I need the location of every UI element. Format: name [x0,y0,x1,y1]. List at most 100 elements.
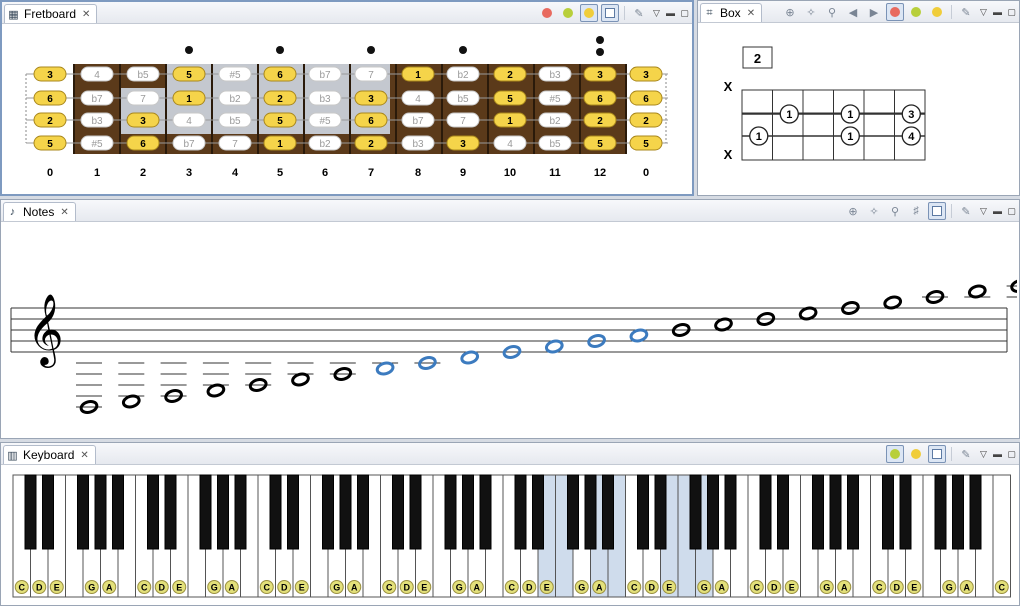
maximize-icon[interactable]: ▢ [1006,206,1017,216]
maximize-icon[interactable]: ▢ [679,8,690,18]
black-key[interactable] [882,474,894,550]
maximize-icon[interactable]: ▢ [1006,7,1017,17]
tab-box[interactable]: ⌗ Box ✕ [700,3,763,22]
black-key[interactable] [287,474,299,550]
previous-icon[interactable]: ◀ [844,3,862,21]
black-key[interactable] [724,474,737,550]
whole-note[interactable] [883,295,903,310]
black-key[interactable] [899,474,912,550]
eraser-icon[interactable]: ✎ [957,202,975,220]
red-dot-button[interactable] [886,3,904,21]
black-key[interactable] [689,474,702,550]
close-icon[interactable]: ✕ [82,9,90,20]
black-key[interactable] [584,474,597,550]
eraser-icon[interactable]: ✎ [957,445,975,463]
black-key[interactable] [409,474,422,550]
whole-note[interactable] [291,372,310,387]
minimize-icon[interactable]: ▬ [992,206,1003,216]
pin-icon[interactable]: ✧ [802,3,820,21]
layout-toggle-button[interactable] [928,202,946,220]
minimize-icon[interactable]: ▬ [992,7,1003,17]
black-key[interactable] [77,474,89,550]
white-key[interactable] [992,474,1011,598]
maximize-icon[interactable]: ▢ [1006,449,1017,459]
green-dot-button[interactable] [907,3,925,21]
capture-icon[interactable]: ⊕ [781,3,799,21]
minimize-icon[interactable]: ▬ [665,8,676,18]
view-menu-icon[interactable]: ▽ [978,206,989,216]
black-key[interactable] [654,474,667,550]
muted-string-mark: X [724,147,733,162]
close-icon[interactable]: ✕ [80,450,88,461]
red-dot-button[interactable] [538,4,556,22]
black-key[interactable] [514,474,527,550]
black-key[interactable] [567,474,579,550]
black-key[interactable] [462,474,474,550]
black-key[interactable] [707,474,719,550]
whole-note[interactable] [206,383,226,398]
black-key[interactable] [847,474,859,550]
yellow-dot-button[interactable] [928,3,946,21]
link-icon[interactable]: ⚲ [823,3,841,21]
pin-icon[interactable]: ✧ [865,202,883,220]
black-key[interactable] [934,474,947,550]
close-icon[interactable]: ✕ [60,207,68,218]
tab-keyboard[interactable]: ▥ Keyboard ✕ [3,445,96,464]
black-key[interactable] [94,474,107,550]
layout-toggle-button[interactable] [928,445,946,463]
eraser-icon[interactable]: ✎ [630,4,648,22]
black-key[interactable] [217,474,229,550]
key-label: C [19,583,26,593]
capture-icon[interactable]: ⊕ [844,202,862,220]
black-key[interactable] [392,474,404,550]
black-key[interactable] [952,474,964,550]
yellow-dot-button[interactable] [580,4,598,22]
black-key[interactable] [199,474,212,550]
black-key[interactable] [164,474,177,550]
black-key[interactable] [444,474,457,550]
black-key[interactable] [339,474,352,550]
black-key[interactable] [147,474,159,550]
sharp-flat-icon[interactable]: ♯ [907,202,925,220]
black-key[interactable] [269,474,282,550]
close-icon[interactable]: ✕ [747,8,755,19]
view-menu-icon[interactable]: ▽ [978,7,989,17]
fret-number: 12 [594,167,606,179]
fret-note-label: 7 [368,70,374,81]
minimize-icon[interactable]: ▬ [992,449,1003,459]
black-key[interactable] [532,474,544,550]
whole-note[interactable] [967,284,987,299]
layout-toggle-button[interactable] [601,4,619,22]
whole-note[interactable] [375,361,395,376]
whole-note[interactable] [798,306,818,321]
black-key[interactable] [234,474,247,550]
black-key[interactable] [602,474,614,550]
tab-notes[interactable]: ♪ Notes ✕ [3,202,76,221]
black-key[interactable] [357,474,369,550]
whole-note[interactable] [629,328,649,343]
black-key[interactable] [969,474,982,550]
black-key[interactable] [637,474,649,550]
black-key[interactable] [322,474,334,550]
black-key[interactable] [812,474,824,550]
view-menu-icon[interactable]: ▽ [978,449,989,459]
yellow-dot-button[interactable] [907,445,925,463]
link-icon[interactable]: ⚲ [886,202,904,220]
whole-note[interactable] [714,317,733,332]
view-menu-icon[interactable]: ▽ [651,8,662,18]
green-dot-button[interactable] [559,4,577,22]
black-key[interactable] [829,474,842,550]
black-key[interactable] [479,474,492,550]
tab-fretboard[interactable]: ▦ Fretboard ✕ [4,4,98,23]
black-key[interactable] [112,474,124,550]
black-key[interactable] [42,474,54,550]
black-key[interactable] [777,474,789,550]
green-dot-button[interactable] [886,445,904,463]
eraser-icon[interactable]: ✎ [957,3,975,21]
whole-note[interactable] [121,394,141,409]
black-key[interactable] [24,474,37,550]
next-icon[interactable]: ▶ [865,3,883,21]
black-key[interactable] [759,474,772,550]
whole-note[interactable] [460,350,480,365]
whole-note[interactable] [544,339,564,354]
